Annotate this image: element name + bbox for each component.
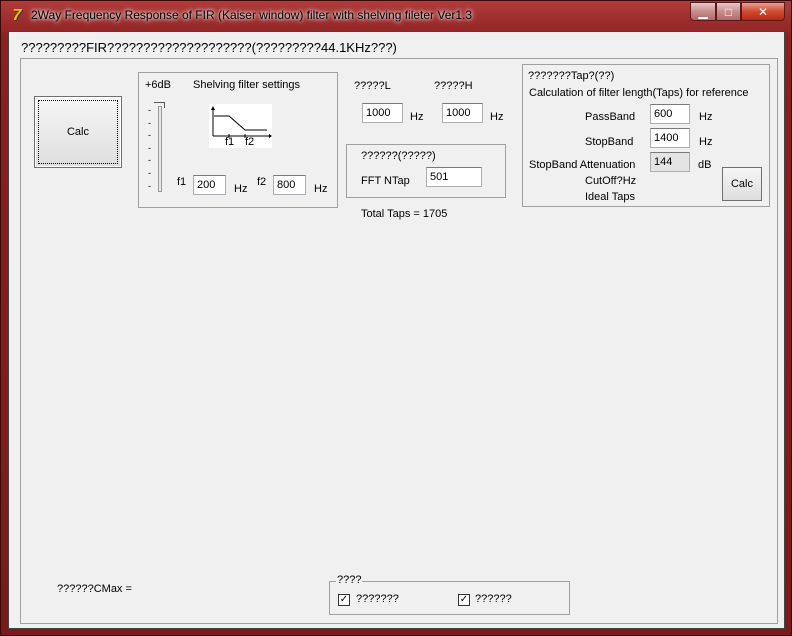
shelving-gain-label: +6dB: [145, 79, 171, 91]
option2-label: ??????: [475, 593, 512, 605]
f2-unit: Hz: [314, 183, 328, 195]
option1-checkbox[interactable]: ✓: [338, 594, 350, 606]
shelving-diagram: [209, 104, 272, 148]
fft-ntap-label: FFT NTap: [361, 175, 410, 187]
slider-tick: -: [148, 180, 151, 191]
f1-input[interactable]: [193, 175, 226, 195]
gain-slider[interactable]: [158, 106, 162, 192]
stopband-label: StopBand: [585, 136, 634, 148]
diagram-f2-label: f2: [245, 136, 255, 148]
calc-button[interactable]: Calc: [34, 96, 122, 168]
slider-tick: -: [148, 142, 151, 153]
crossover-low-label: ?????L: [354, 80, 391, 92]
gain-slider-ticks: - - - - - - -: [148, 104, 156, 194]
f1-unit: Hz: [234, 183, 248, 195]
window-title: 2Way Frequency Response of FIR (Kaiser w…: [31, 8, 473, 22]
options-group-label: ????: [336, 574, 363, 586]
shelving-response-icon: [211, 106, 272, 138]
close-icon: ✕: [757, 4, 769, 19]
app-icon[interactable]: 7: [8, 7, 26, 25]
stopband-atten-field: [650, 152, 690, 172]
passband-unit: Hz: [699, 111, 713, 123]
slider-tick: -: [148, 117, 151, 128]
crossover-high-input[interactable]: [442, 103, 483, 123]
taps-calc-description: Calculation of filter length(Taps) for r…: [529, 87, 749, 99]
taps-calc-group-label: ???????Tap?(??): [528, 70, 615, 82]
cmax-label: ??????CMax =: [57, 583, 132, 595]
crossover-low-unit: Hz: [410, 111, 424, 123]
slider-tick: -: [148, 155, 151, 166]
stopband-atten-label: StopBand Attenuation: [529, 159, 636, 171]
slider-tick: -: [148, 130, 151, 141]
maximize-button[interactable]: □: [716, 2, 741, 21]
f2-label: f2: [257, 176, 267, 188]
minimize-icon: ▁: [698, 4, 708, 19]
close-button[interactable]: ✕: [741, 2, 785, 21]
page-heading: ?????????FIR????????????????????(???????…: [21, 40, 397, 55]
option2-checkbox[interactable]: ✓: [458, 594, 470, 606]
client-area: ?????????FIR????????????????????(???????…: [8, 31, 785, 629]
option1-label: ???????: [356, 593, 399, 605]
stopband-atten-unit: dB: [698, 159, 712, 171]
shelving-title: Shelving filter settings: [193, 79, 300, 91]
passband-label: PassBand: [585, 111, 636, 123]
taps-calc-button[interactable]: Calc: [722, 167, 762, 201]
diagram-f1-label: f1: [225, 136, 235, 148]
check-icon: ✓: [459, 594, 469, 605]
crossover-high-label: ?????H: [434, 80, 473, 92]
stopband-input[interactable]: [650, 128, 690, 148]
caption-buttons: ▁ □ ✕: [690, 2, 785, 22]
total-taps-label: Total Taps = 1705: [361, 208, 448, 220]
app-window: 7 2Way Frequency Response of FIR (Kaiser…: [0, 0, 792, 636]
stopband-unit: Hz: [699, 136, 713, 148]
title-bar[interactable]: 7 2Way Frequency Response of FIR (Kaiser…: [1, 1, 791, 31]
cutoff-label: CutOff?Hz: [585, 175, 637, 187]
fft-group-label: ??????(?????): [360, 150, 437, 162]
crossover-low-input[interactable]: [362, 103, 403, 123]
slider-tick: -: [148, 105, 151, 115]
passband-input[interactable]: [650, 104, 690, 124]
crossover-high-unit: Hz: [490, 111, 504, 123]
check-icon: ✓: [339, 594, 349, 605]
f2-input[interactable]: [273, 175, 306, 195]
maximize-icon: □: [724, 4, 733, 19]
fft-ntap-input[interactable]: [426, 167, 482, 187]
minimize-button[interactable]: ▁: [690, 2, 716, 21]
f1-label: f1: [177, 176, 187, 188]
ideal-taps-label: Ideal Taps: [585, 191, 635, 203]
slider-tick: -: [148, 167, 151, 178]
